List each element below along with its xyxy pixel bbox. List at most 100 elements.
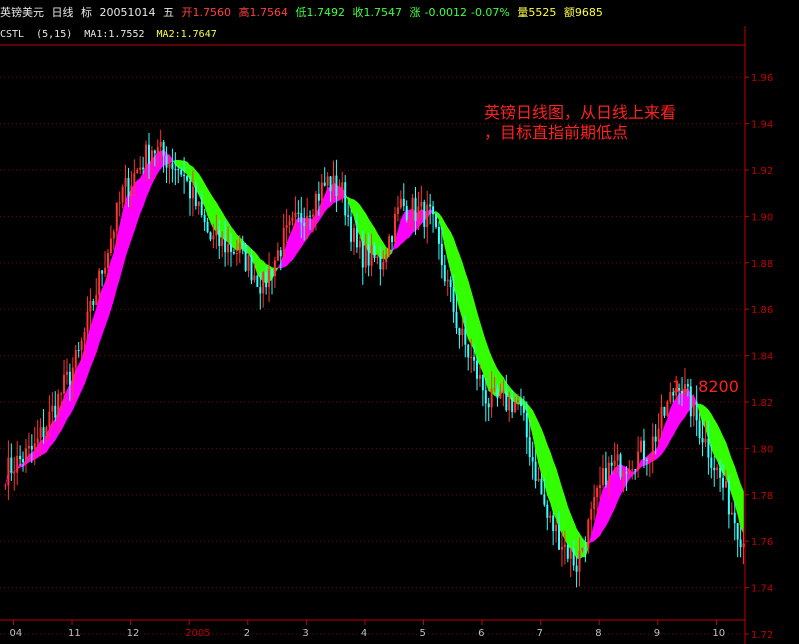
x-tick-label: 5 <box>420 628 426 639</box>
candle-body <box>57 393 60 418</box>
candle-body <box>39 427 42 439</box>
candle-body <box>77 350 80 352</box>
candle-body <box>396 207 399 214</box>
candle-body <box>303 222 306 227</box>
candle-body <box>426 204 429 227</box>
candle-body <box>695 401 698 421</box>
candle-body <box>587 519 590 549</box>
candle-body <box>294 212 297 218</box>
open-value: 开1.7560 <box>181 6 232 19</box>
candle-body <box>156 146 159 154</box>
candle-body <box>546 504 549 518</box>
x-tick-label: 4 <box>361 628 367 639</box>
candle-body <box>268 269 271 288</box>
candle-body <box>642 440 645 461</box>
candle-body <box>33 443 36 450</box>
candle-body <box>379 256 382 270</box>
candle-body <box>19 455 22 460</box>
candle-body <box>610 462 613 466</box>
y-tick-label: 1.74 <box>751 584 773 595</box>
candle-body <box>168 163 171 168</box>
candle-body <box>525 412 528 438</box>
candle-body <box>637 451 640 470</box>
candle-body <box>10 457 13 473</box>
right-toolbar[interactable] <box>788 26 799 644</box>
candle-body <box>45 427 48 438</box>
candle-body <box>461 328 464 336</box>
candle-body <box>581 547 584 551</box>
candle-body <box>370 245 373 266</box>
candle-body <box>229 244 232 252</box>
candle-body <box>519 400 522 407</box>
candle-body <box>209 232 212 240</box>
candle-body <box>121 186 124 203</box>
ma-band-segment <box>459 254 463 319</box>
candle-body <box>320 182 323 201</box>
candle-body <box>502 390 505 392</box>
candle-body <box>355 228 358 248</box>
y-tick-label: 1.72 <box>751 630 773 641</box>
candle-body <box>338 194 341 196</box>
candle-body <box>256 275 259 287</box>
candle-body <box>555 524 558 532</box>
candle-body <box>218 229 221 246</box>
candle-body <box>414 197 417 221</box>
candle-body <box>42 427 45 438</box>
candle-body <box>733 512 736 524</box>
candle-body <box>701 438 704 443</box>
candle-body <box>604 468 607 485</box>
candle-body <box>101 270 104 274</box>
candle-body <box>590 509 593 520</box>
candle-body <box>487 403 490 408</box>
candle-body <box>341 182 344 195</box>
high-value: 高1.7564 <box>238 6 289 19</box>
ma-band-segment <box>122 200 126 268</box>
ma-band-segment <box>549 451 554 513</box>
candle-body <box>505 390 508 411</box>
candle-body <box>80 340 83 351</box>
candle-body <box>452 286 455 313</box>
candle-body <box>508 397 511 411</box>
candle-body <box>165 155 168 168</box>
candle-body <box>549 515 552 518</box>
candle-body <box>48 411 51 428</box>
candle-body <box>171 163 174 170</box>
y-tick-label: 1.84 <box>751 352 773 363</box>
candle-body <box>104 267 107 274</box>
candle-body <box>499 391 502 399</box>
candle-body <box>663 406 666 416</box>
candle-body <box>388 236 391 255</box>
candle-body <box>65 371 68 375</box>
candle-body <box>473 356 476 361</box>
ma-band-segment <box>552 460 557 519</box>
candle-body <box>657 428 660 442</box>
candle-body <box>716 467 719 471</box>
ma-band-segment <box>547 444 551 503</box>
candle-body <box>329 176 332 192</box>
candle-body <box>177 169 180 171</box>
candle-body <box>147 144 150 164</box>
candle-body <box>640 440 643 452</box>
level-label: 1。8200 <box>672 377 739 396</box>
period-label[interactable]: 日线 <box>52 6 74 19</box>
candle-body <box>68 371 71 385</box>
candle-body <box>464 328 467 345</box>
candle-body <box>282 227 285 257</box>
candle-body <box>150 150 153 164</box>
x-tick-label: 3 <box>302 628 308 639</box>
candle-body <box>13 472 16 474</box>
indicator-name[interactable]: CSTL <box>0 29 24 40</box>
candle-body <box>60 393 63 395</box>
candle-body <box>376 256 379 259</box>
price-chart[interactable]: 1.96 1.94 1.92 1.90 1.88 1.86 1.84 1.82 1.80 1.78… <box>0 26 788 644</box>
candle-body <box>651 436 654 457</box>
candle-body <box>183 174 186 177</box>
candle-body <box>63 374 66 394</box>
candle-body <box>300 212 303 223</box>
candle-body <box>194 186 197 206</box>
candle-body <box>4 485 7 487</box>
y-tick-label: 1.88 <box>751 259 773 270</box>
ma-band-segment <box>400 213 405 245</box>
candle-body <box>432 206 435 215</box>
candle-body <box>698 420 701 439</box>
